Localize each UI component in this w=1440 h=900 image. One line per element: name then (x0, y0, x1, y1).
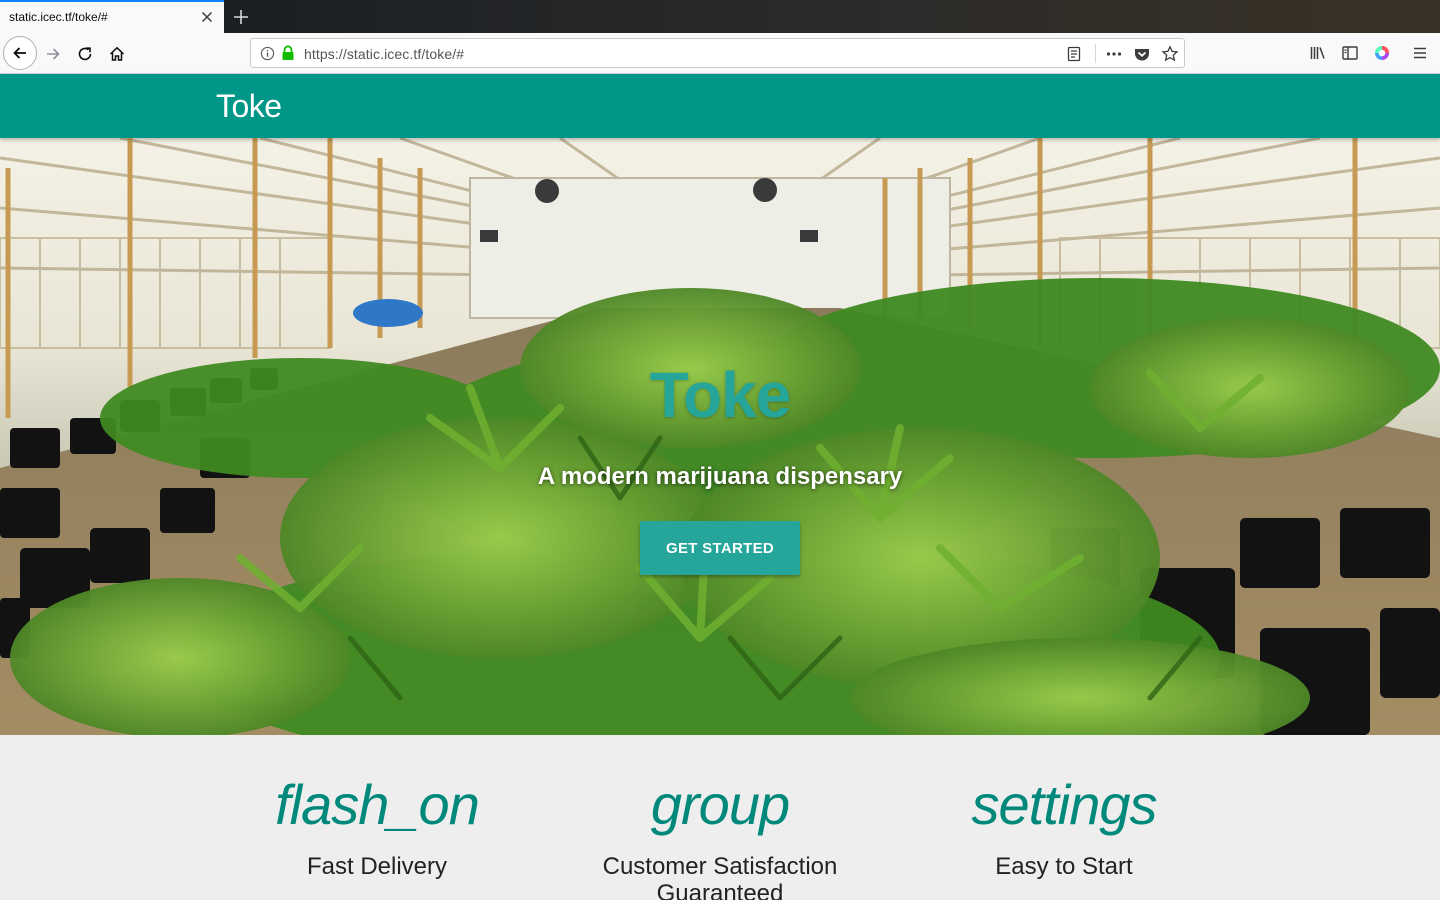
feature-fast-delivery: flash_on Fast Delivery (205, 735, 549, 880)
feature-title: Easy to Start (995, 853, 1133, 880)
reload-button[interactable] (70, 33, 100, 74)
forward-arrow-icon (47, 47, 60, 60)
back-button[interactable] (3, 36, 37, 70)
url-bar[interactable]: https://static.icec.tf/toke/# (250, 38, 1185, 68)
info-icon[interactable] (260, 46, 275, 61)
feature-easy-to-start: settings Easy to Start (892, 735, 1236, 880)
get-started-button[interactable]: GET STARTED (640, 521, 800, 575)
hero-subtitle: A modern marijuana dispensary (537, 463, 903, 490)
home-icon (109, 46, 125, 61)
feature-title: Fast Delivery (306, 853, 448, 880)
features-section: flash_on Fast Delivery group Customer Sa… (0, 735, 1440, 900)
url-text[interactable]: https://static.icec.tf/toke/# (304, 46, 464, 62)
brand-logo-link[interactable]: Toke (216, 88, 282, 125)
hero-section: Toke A modern marijuana dispensary GET S… (0, 138, 1440, 735)
reader-view-icon[interactable] (1065, 45, 1083, 63)
settings-icon: settings (971, 773, 1158, 836)
library-icon[interactable] (1309, 44, 1327, 62)
hamburger-menu-icon[interactable] (1411, 44, 1429, 62)
greenhouse-background-image (0, 138, 1440, 735)
home-button[interactable] (102, 33, 132, 74)
new-tab-icon[interactable] (230, 6, 252, 28)
back-arrow-icon (13, 47, 26, 59)
pocket-icon[interactable] (1133, 45, 1151, 63)
forward-button[interactable] (38, 33, 68, 74)
tab-strip: static.icec.tf/toke/# (0, 0, 1440, 33)
sidebar-icon[interactable] (1341, 44, 1359, 62)
page-actions-icon[interactable] (1105, 45, 1123, 63)
close-tab-icon[interactable] (198, 8, 216, 26)
feature-title: Customer Satisfaction Guaranteed (602, 853, 838, 900)
url-bar-separator (1095, 44, 1096, 63)
reload-icon (78, 46, 92, 60)
bookmark-star-icon[interactable] (1161, 45, 1179, 63)
group-icon: group (650, 773, 790, 836)
tab-title: static.icec.tf/toke/# (9, 10, 108, 24)
site-navbar: Toke (0, 74, 1440, 138)
browser-tab[interactable]: static.icec.tf/toke/# (0, 0, 224, 33)
flash-on-icon: flash_on (275, 773, 480, 836)
lock-icon[interactable] (281, 45, 295, 61)
feature-customer-satisfaction: group Customer Satisfaction Guaranteed (548, 735, 892, 900)
color-extension-icon[interactable] (1373, 44, 1391, 62)
hero-title: Toke (649, 359, 792, 431)
